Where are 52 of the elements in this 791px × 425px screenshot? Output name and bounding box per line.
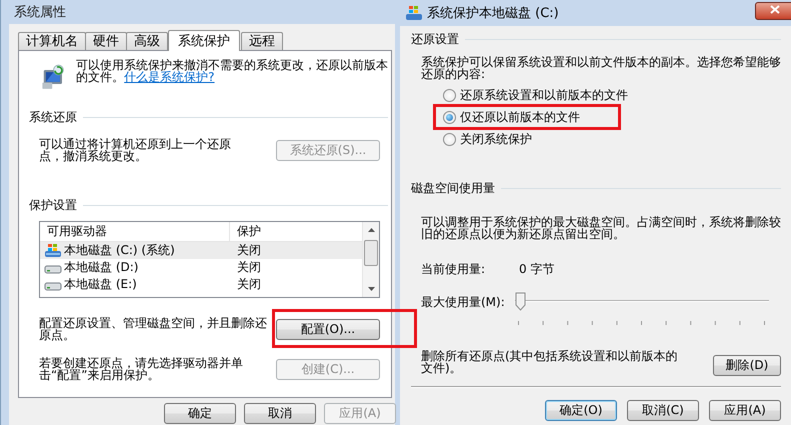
slider-thumb[interactable] — [514, 292, 526, 311]
radio-button[interactable] — [443, 132, 456, 146]
window-title: 系统保护本地磁盘 (C:) — [427, 5, 559, 22]
window-title: 系统属性 — [14, 4, 66, 21]
tab[interactable]: 硬件 — [85, 32, 127, 50]
radio-button[interactable] — [443, 88, 456, 102]
radio-option[interactable]: 还原系统设置和以前版本的文件 — [443, 86, 628, 104]
system-drive-icon — [405, 5, 423, 21]
drive-name: 本地磁盘 (E:) — [64, 276, 137, 293]
dialog-button[interactable]: 确定 — [164, 403, 236, 424]
protection-status: 关闭 — [236, 242, 261, 259]
dialog-button[interactable]: 取消(C) — [627, 400, 699, 421]
description-text: 可以调整用于系统保护的最大磁盘空间。占满空间时，系统将删除较旧的还原点以便为新还原点留出空间。 — [420, 216, 781, 240]
field-label: 当前使用量: — [421, 261, 486, 278]
intro-text: 可以使用系统保护来撤消不需要的系统更改，还原以前版本的文件。什么是系统保护? — [76, 59, 390, 83]
description-text: 系统保护可以保留系统设置和以前文件版本的副本。选择您希望能够还原的内容: — [420, 56, 781, 80]
drive-name: 本地磁盘 (D:) — [64, 259, 138, 276]
tab[interactable]: 远程 — [241, 32, 283, 50]
radio-option[interactable]: 仅还原以前版本的文件 — [443, 108, 580, 126]
drive-row[interactable]: 本地磁盘 (E:) 关闭 — [40, 276, 362, 293]
protection-status: 关闭 — [236, 259, 261, 276]
help-link[interactable]: 什么是系统保护? — [124, 70, 215, 84]
field-label: 最大使用量(M): — [421, 294, 505, 311]
radio-button[interactable] — [443, 110, 456, 124]
description-text: 删除所有还原点(其中包括系统设置和以前版本的文件)。 — [421, 350, 679, 374]
description-text: 配置还原设置、管理磁盘空间，并且删除还原点。 — [39, 317, 267, 341]
description-text: 若要创建还原点，请先选择驱动器并单击“配置”来启用保护。 — [39, 357, 244, 381]
tab[interactable]: 计算机名 — [18, 32, 86, 50]
section-heading: 系统还原 — [29, 109, 77, 126]
drive-row[interactable]: 本地磁盘 (D:) 关闭 — [40, 259, 362, 276]
dialog-button[interactable]: 应用(A) — [709, 400, 781, 421]
close-button[interactable] — [755, 2, 791, 20]
section-heading: 磁盘空间使用量 — [411, 180, 495, 197]
dialog-button[interactable]: 确定(O) — [545, 400, 617, 421]
protection-status: 关闭 — [236, 276, 261, 293]
system-drive-icon — [44, 243, 62, 258]
usage-value: 0 字节 — [519, 261, 554, 278]
close-icon — [770, 5, 780, 14]
drive-row[interactable]: 本地磁盘 (C:) (系统) 关闭 — [40, 242, 362, 259]
drive-name: 本地磁盘 (C:) (系统) — [64, 242, 175, 259]
description-text: 可以通过将计算机还原到上一个还原点，撤消系统更改。 — [39, 138, 232, 162]
section-heading: 还原设置 — [411, 31, 459, 48]
radio-option[interactable]: 关闭系统保护 — [443, 130, 532, 148]
dialog-button[interactable]: 取消 — [244, 403, 316, 424]
configure-button[interactable]: 配置(O)... — [276, 318, 380, 340]
scrollbar[interactable] — [362, 222, 379, 297]
delete-button[interactable]: 删除(D) — [713, 355, 781, 376]
section-heading: 保护设置 — [29, 197, 77, 214]
column-header[interactable]: 保护 — [230, 222, 261, 241]
tab[interactable]: 高级 — [126, 32, 168, 50]
tab[interactable]: 系统保护 — [168, 30, 240, 51]
column-header[interactable]: 可用驱动器 — [40, 222, 230, 241]
